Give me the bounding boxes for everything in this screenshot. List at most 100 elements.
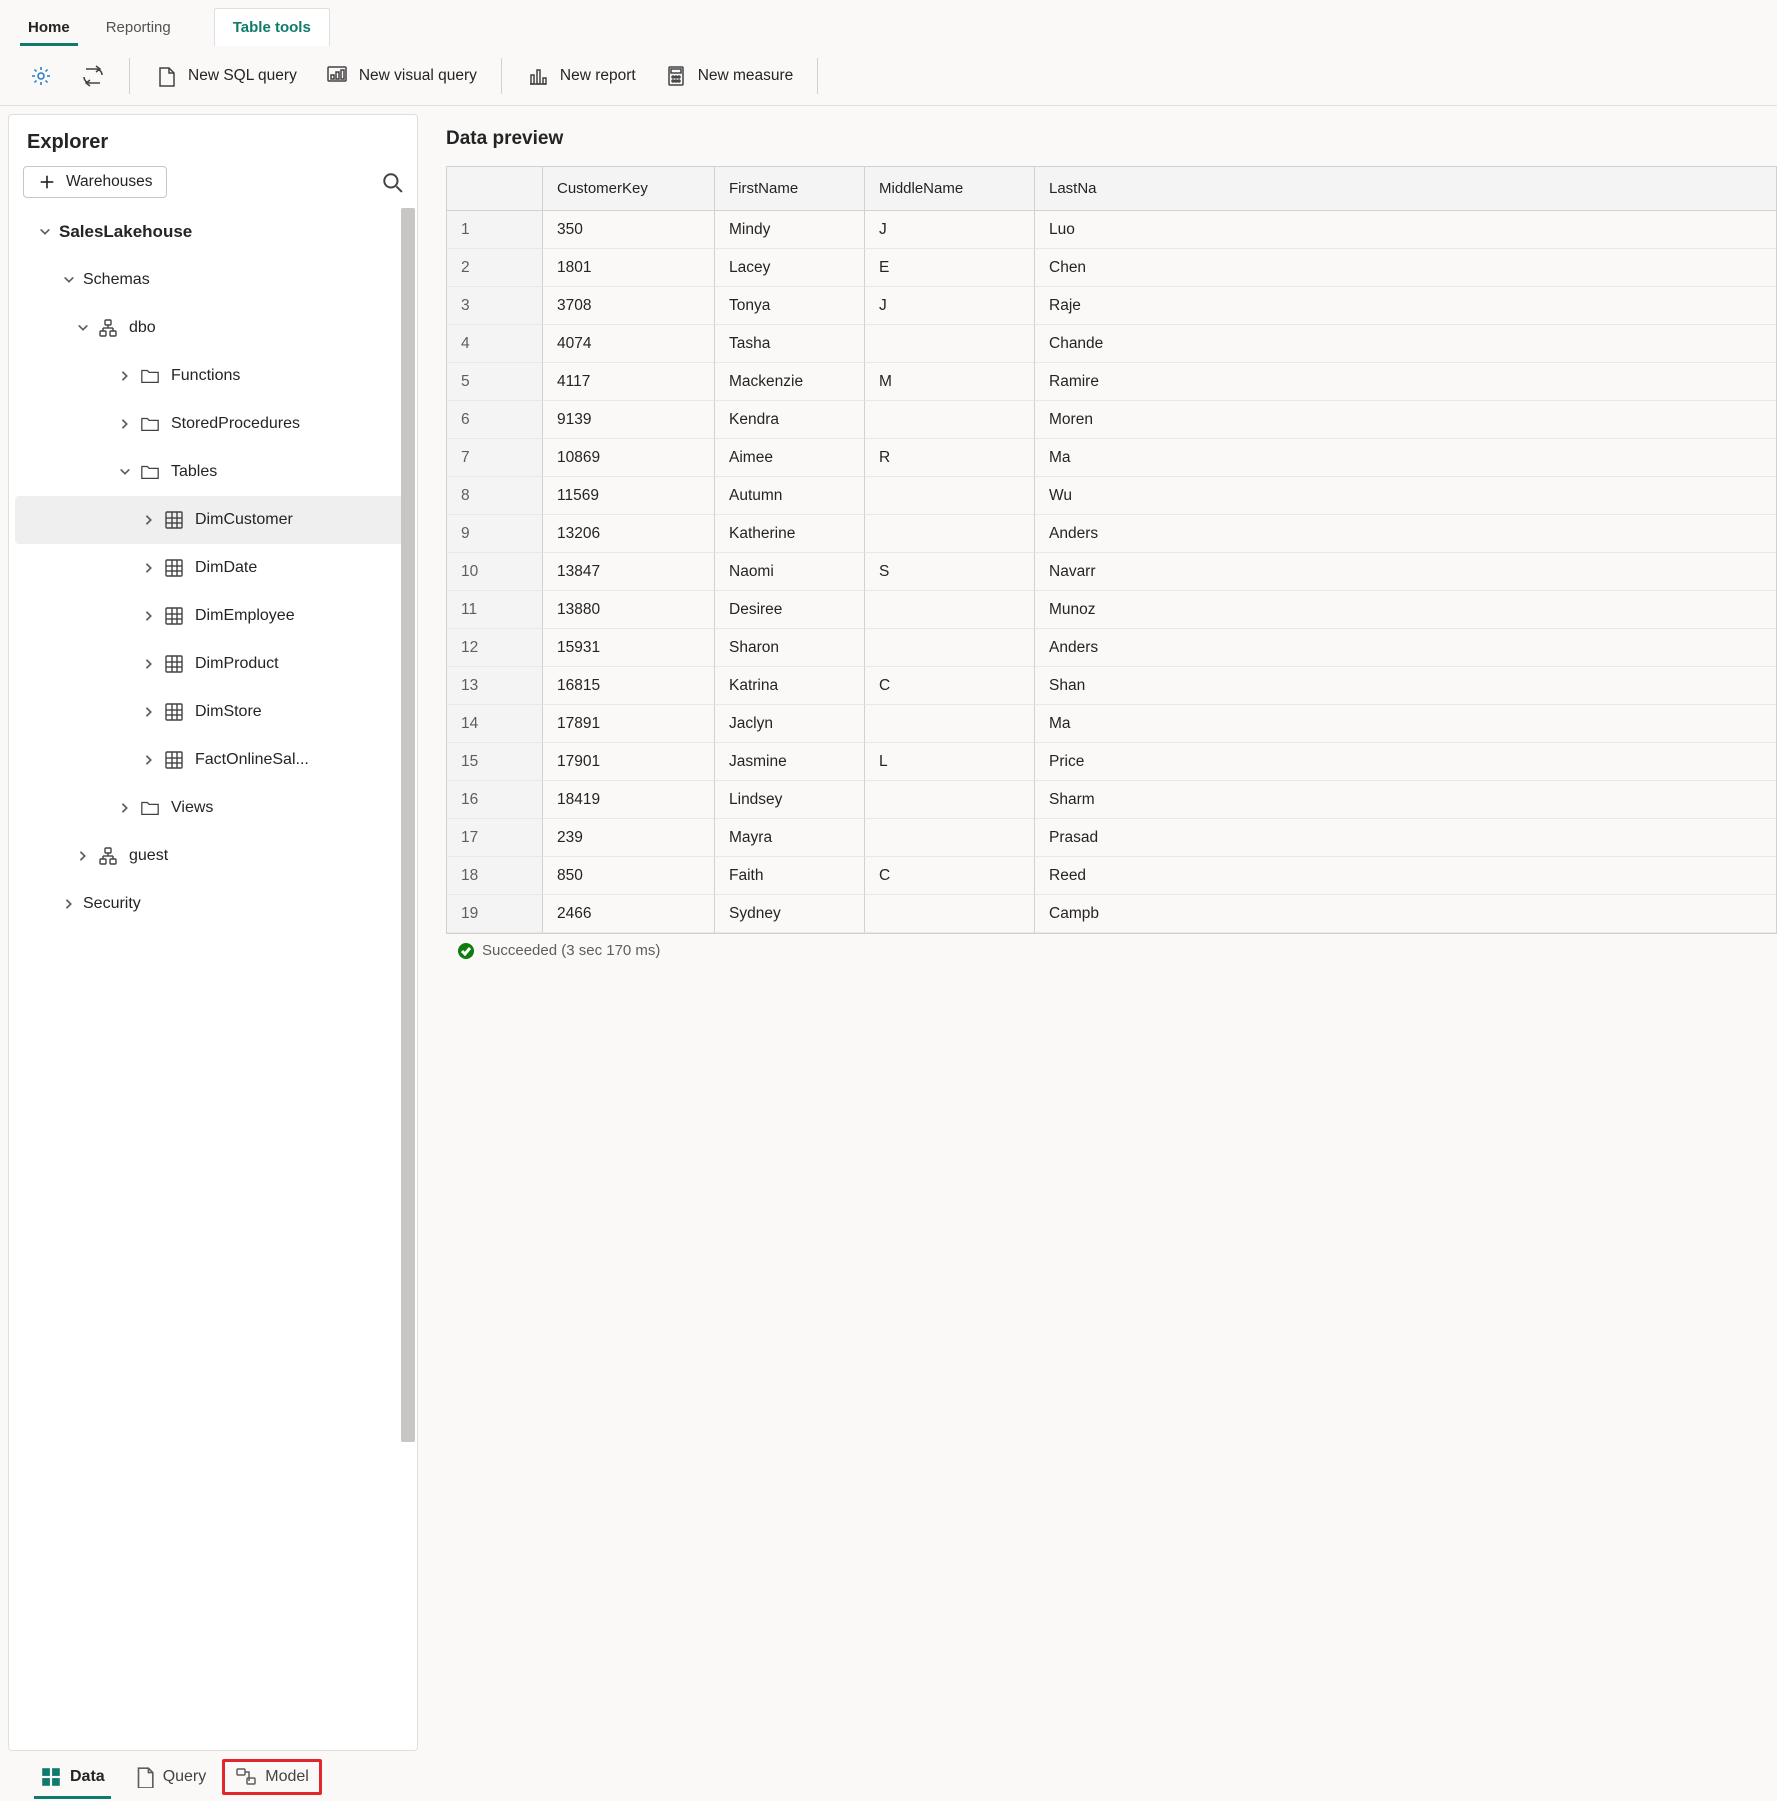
search-icon[interactable] [381,171,403,193]
table-row[interactable]: 18850FaithCReed [447,857,1776,895]
view-tab-model[interactable]: Model [222,1759,322,1795]
folder-icon [139,413,161,435]
new-measure-button[interactable]: New measure [650,58,808,94]
cell [865,591,1035,629]
cell: Anders [1035,629,1776,667]
tree-node-stored-procedures[interactable]: StoredProcedures [9,400,417,448]
tab-reporting[interactable]: Reporting [88,9,189,46]
tab-home[interactable]: Home [10,9,88,46]
table-row[interactable]: 17239MayraPrasad [447,819,1776,857]
cell: 13206 [543,515,715,553]
table-row[interactable]: 33708TonyaJRaje [447,287,1776,325]
refresh-icon [81,64,105,88]
add-warehouses-button[interactable]: Warehouses [23,166,167,198]
schema-icon [97,317,119,339]
tree-node-dbo[interactable]: dbo [9,304,417,352]
status-text: Succeeded (3 sec 170 ms) [482,942,660,959]
tree-table-dimstore[interactable]: DimStore [9,688,417,736]
column-header[interactable]: MiddleName [865,167,1035,211]
cell [865,705,1035,743]
tab-table-tools[interactable]: Table tools [214,8,330,46]
button-label: New visual query [359,67,477,85]
new-report-button[interactable]: New report [512,58,650,94]
refresh-button[interactable] [67,58,119,94]
view-tab-query[interactable]: Query [121,1758,219,1796]
cell: Moren [1035,401,1776,439]
cell: 18419 [543,781,715,819]
tree-table-dimcustomer[interactable]: DimCustomer [15,496,411,544]
settings-button[interactable] [15,58,67,94]
table-row[interactable]: 54117MackenzieMRamire [447,363,1776,401]
column-header[interactable]: LastNa [1035,167,1776,211]
cell: Chande [1035,325,1776,363]
table-row[interactable]: 69139KendraMoren [447,401,1776,439]
column-header[interactable]: CustomerKey [543,167,715,211]
new-sql-query-button[interactable]: New SQL query [140,58,311,94]
row-index: 9 [447,515,543,553]
table-row[interactable]: 192466SydneyCampb [447,895,1776,933]
new-visual-query-button[interactable]: New visual query [311,58,491,94]
table-row[interactable]: 913206KatherineAnders [447,515,1776,553]
table-row[interactable]: 811569AutumnWu [447,477,1776,515]
table-icon [163,653,185,675]
tree-table-dimdate[interactable]: DimDate [9,544,417,592]
table-row[interactable]: 21801LaceyEChen [447,249,1776,287]
chevron-down-icon [37,224,53,240]
table-row[interactable]: 710869AimeeRMa [447,439,1776,477]
tree-node-tables[interactable]: Tables [9,448,417,496]
row-index: 17 [447,819,543,857]
table-row[interactable]: 1215931SharonAnders [447,629,1776,667]
cell: R [865,439,1035,477]
row-index: 3 [447,287,543,325]
tree-node-guest[interactable]: guest [9,832,417,880]
cell: 9139 [543,401,715,439]
table-row[interactable]: 1417891JaclynMa [447,705,1776,743]
scrollbar[interactable] [399,208,417,1750]
tree-root-saleslakehouse[interactable]: SalesLakehouse [9,208,417,256]
cell: Chen [1035,249,1776,287]
table-row[interactable]: 1517901JasmineLPrice [447,743,1776,781]
table-icon [163,509,185,531]
cell: 2466 [543,895,715,933]
tree-node-security[interactable]: Security [9,880,417,928]
tree-node-functions[interactable]: Functions [9,352,417,400]
table-row[interactable]: 1316815KatrinaCShan [447,667,1776,705]
tree-table-factonlinesal...[interactable]: FactOnlineSal... [9,736,417,784]
table-row[interactable]: 1618419LindseySharm [447,781,1776,819]
tree-label: Functions [171,367,240,385]
table-icon [163,605,185,627]
gear-icon [29,64,53,88]
table-row[interactable]: 44074TashaChande [447,325,1776,363]
chevron-down-icon [75,320,91,336]
tree-node-views[interactable]: Views [9,784,417,832]
tree-label: dbo [129,319,156,337]
table-row[interactable]: 1013847NaomiSNavarr [447,553,1776,591]
cell: Autumn [715,477,865,515]
row-index: 5 [447,363,543,401]
tree-label: FactOnlineSal... [195,751,309,769]
separator [129,58,130,94]
table-row[interactable]: 1113880DesireeMunoz [447,591,1776,629]
cell: J [865,211,1035,249]
calculator-icon [664,64,688,88]
cell: Naomi [715,553,865,591]
table-row[interactable]: 1350MindyJLuo [447,211,1776,249]
row-index: 10 [447,553,543,591]
cell: Mayra [715,819,865,857]
column-header[interactable]: FirstName [715,167,865,211]
cell: Munoz [1035,591,1776,629]
view-tab-data[interactable]: Data [28,1758,117,1796]
cell: M [865,363,1035,401]
cell: Sharon [715,629,865,667]
cell: Reed [1035,857,1776,895]
cell: C [865,667,1035,705]
row-index: 13 [447,667,543,705]
tree-table-dimemployee[interactable]: DimEmployee [9,592,417,640]
cell: Faith [715,857,865,895]
chevron-right-icon [61,896,77,912]
cell: 16815 [543,667,715,705]
cell: 15931 [543,629,715,667]
tree-node-schemas[interactable]: Schemas [9,256,417,304]
tree-table-dimproduct[interactable]: DimProduct [9,640,417,688]
cell: Wu [1035,477,1776,515]
